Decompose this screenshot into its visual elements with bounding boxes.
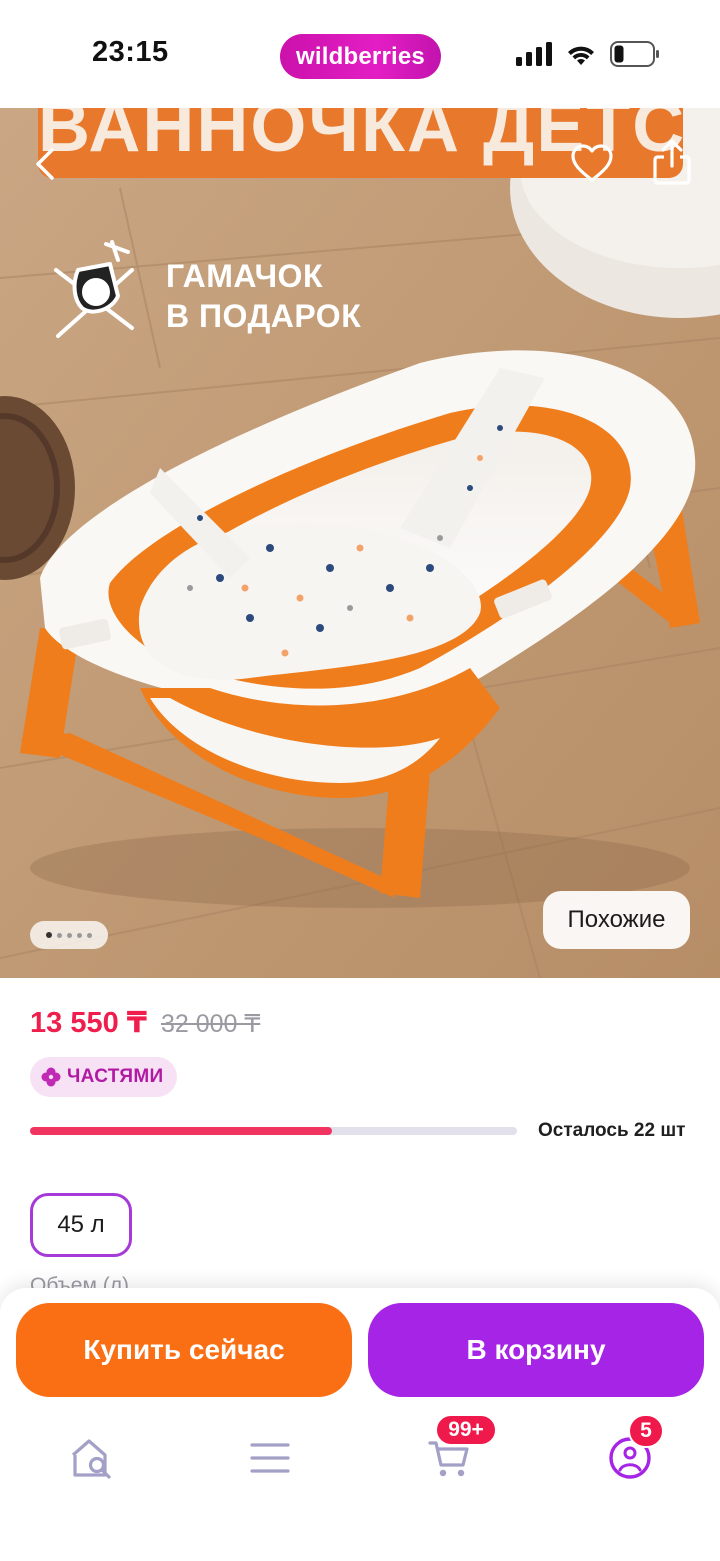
back-arrow-icon[interactable] (28, 146, 64, 182)
price-row: 13 550 ₸ 32 000 ₸ (30, 1005, 260, 1040)
gift-promo-text: ГАМАЧОК В ПОДАРОК (166, 258, 362, 334)
bottom-tab-bar: 99+ 5 (0, 1414, 720, 1518)
wifi-icon (568, 46, 594, 65)
gallery-dot (67, 932, 72, 938)
cellular-signal-icon (516, 42, 552, 66)
installment-clover-icon (41, 1067, 61, 1087)
volume-option-chip[interactable]: 45 л (30, 1193, 132, 1257)
add-to-cart-button[interactable]: В корзину (368, 1303, 704, 1397)
installment-label: ЧАСТЯМИ (67, 1066, 164, 1087)
tab-home[interactable] (60, 1426, 124, 1490)
home-search-icon (71, 1439, 111, 1479)
stock-progress-bar (30, 1127, 517, 1135)
brand-logo: wildberries (280, 34, 441, 79)
cart-count-badge: 99+ (435, 1414, 497, 1446)
gallery-dot (87, 932, 92, 938)
old-price: 32 000 ₸ (160, 1010, 261, 1038)
battery-icon (610, 41, 659, 67)
status-time: 23:15 (92, 36, 169, 68)
current-price: 13 550 ₸ (30, 1007, 147, 1039)
gallery-dot (57, 932, 62, 938)
gallery-pagination[interactable] (30, 921, 108, 949)
catalog-menu-icon (250, 1443, 290, 1473)
share-icon[interactable] (650, 138, 694, 186)
gallery-dot (77, 932, 82, 938)
gallery-dot-active (46, 932, 52, 938)
stock-progress-fill (30, 1127, 332, 1135)
profile-notification-badge: 5 (628, 1414, 664, 1448)
product-page: 23:15 wildberries ВАННОЧКА ДЕТС ГАМАЧОК … (0, 0, 720, 1561)
product-photo (0, 108, 720, 978)
stock-remaining-text: Осталось 22 шт (538, 1120, 686, 1141)
tab-catalog[interactable] (238, 1426, 302, 1490)
installment-badge[interactable]: ЧАСТЯМИ (30, 1057, 178, 1097)
buy-now-button[interactable]: Купить сейчас (16, 1303, 352, 1397)
product-image-gallery[interactable]: ВАННОЧКА ДЕТСКАЯ ГАМАЧОК В ПОДАРОК (0, 108, 720, 978)
favorite-heart-icon[interactable] (570, 142, 614, 186)
similar-products-button[interactable]: Похожие (543, 891, 690, 949)
bottom-action-sheet: Купить сейчас В корзину 99+ 5 (0, 1288, 720, 1561)
hammock-gift-icon (54, 240, 134, 338)
status-bar: 23:15 wildberries (0, 0, 720, 108)
